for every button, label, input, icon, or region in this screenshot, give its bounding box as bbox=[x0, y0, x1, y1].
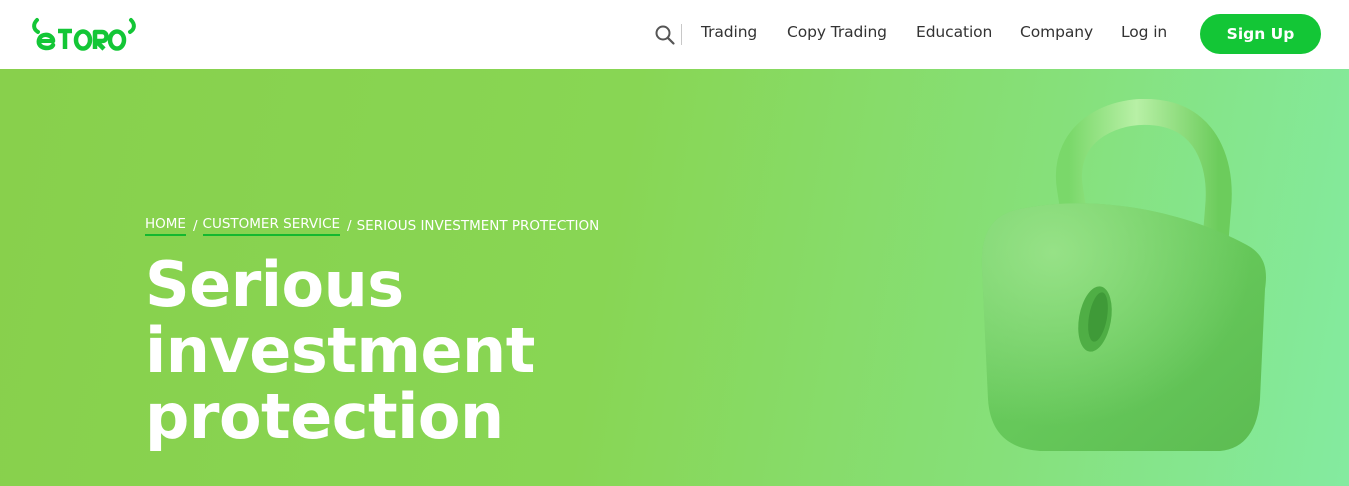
etoro-logo[interactable]: eToro bbox=[30, 16, 138, 52]
page-title-line-1: Serious investment bbox=[145, 248, 535, 387]
login-link[interactable]: Log in bbox=[1121, 23, 1167, 41]
padlock-icon bbox=[981, 99, 1266, 451]
nav-trading[interactable]: Trading bbox=[701, 23, 757, 41]
breadcrumb-customer-service[interactable]: CUSTOMER SERVICE bbox=[202, 216, 341, 236]
breadcrumb-separator: / bbox=[347, 218, 352, 234]
nav-education[interactable]: Education bbox=[916, 23, 992, 41]
nav-divider bbox=[681, 24, 682, 45]
nav-copy-trading[interactable]: Copy Trading bbox=[787, 23, 887, 41]
page-title: Serious investment protection bbox=[145, 252, 785, 450]
breadcrumb-separator: / bbox=[192, 218, 198, 234]
site-header: eToro Trading Copy Trading Educati bbox=[0, 0, 1349, 69]
breadcrumb-current: SERIOUS INVESTMENT PROTECTION bbox=[356, 218, 600, 234]
etoro-logo-icon bbox=[32, 18, 136, 51]
breadcrumb-home[interactable]: HOME bbox=[145, 216, 186, 236]
page-title-line-2: protection bbox=[145, 380, 504, 453]
signup-button[interactable]: Sign Up bbox=[1200, 14, 1321, 54]
breadcrumb: HOME / CUSTOMER SERVICE / SERIOUS INVEST… bbox=[145, 216, 599, 236]
nav-company[interactable]: Company bbox=[1020, 23, 1093, 41]
hero-banner: HOME / CUSTOMER SERVICE / SERIOUS INVEST… bbox=[0, 69, 1349, 486]
search-icon[interactable] bbox=[654, 24, 676, 46]
